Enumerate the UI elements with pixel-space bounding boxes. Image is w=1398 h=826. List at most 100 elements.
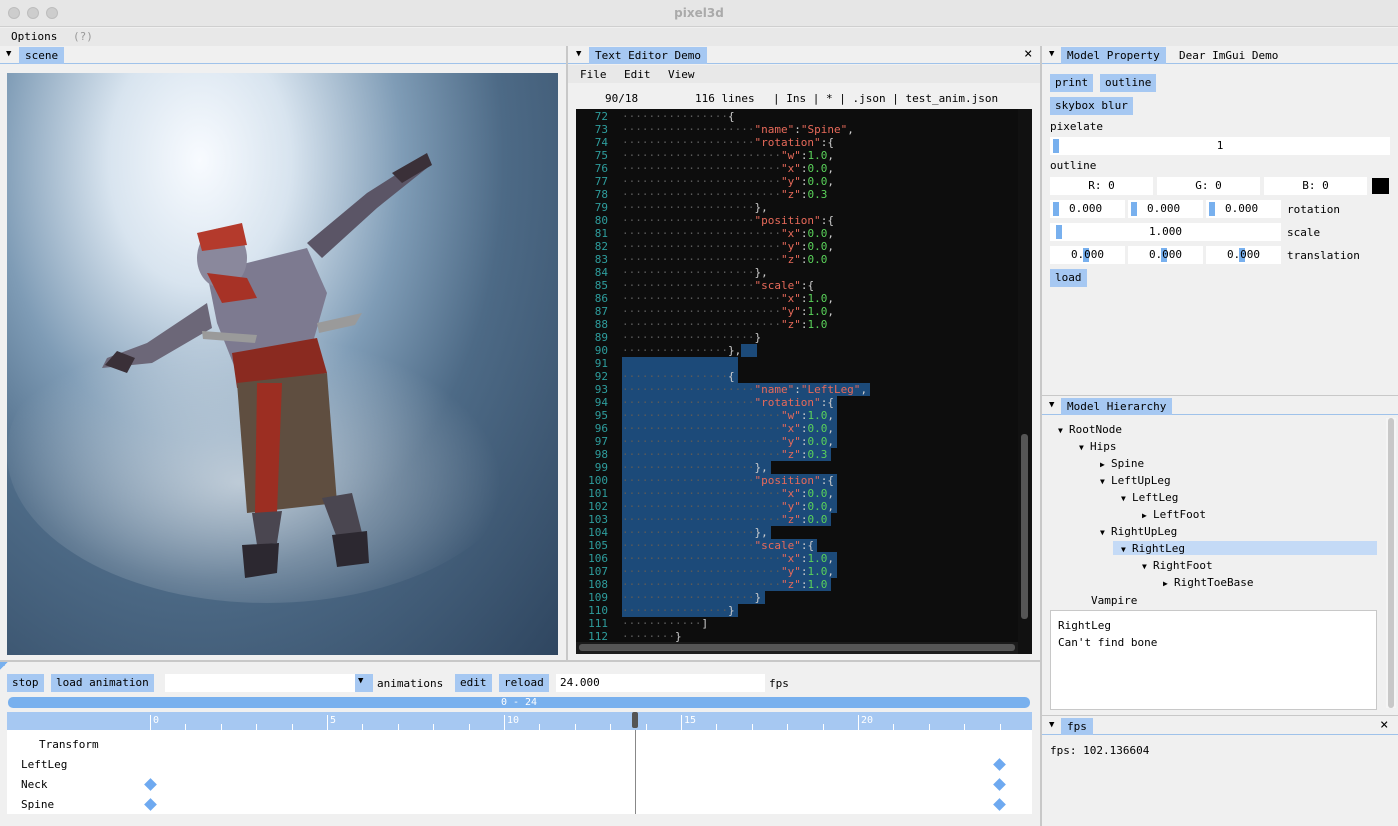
- timeline-ruler[interactable]: 0 5 10 15 20: [7, 712, 1032, 730]
- scale-slider[interactable]: 1.000: [1050, 223, 1281, 241]
- keyframe-diamond[interactable]: [143, 798, 157, 811]
- code-line[interactable]: 83 ························"z":0.0: [576, 253, 1018, 266]
- code-line[interactable]: 104 ····················},: [576, 526, 1018, 539]
- tree-node[interactable]: ▶ RightToeBase: [1163, 576, 1253, 589]
- code-line[interactable]: 74 ····················"rotation":{: [576, 136, 1018, 149]
- tree-node[interactable]: ▼ LeftLeg: [1121, 491, 1178, 504]
- rotation-x-slider[interactable]: 0.000: [1050, 200, 1125, 218]
- code-line[interactable]: 109 ····················}: [576, 591, 1018, 604]
- keyframe-diamond[interactable]: [993, 758, 1006, 771]
- fps-input[interactable]: 24.000: [556, 674, 765, 692]
- collapse-arrow-icon[interactable]: ▼: [6, 49, 11, 59]
- outline-r-field[interactable]: R: 0: [1050, 177, 1153, 195]
- track-label[interactable]: LeftLeg: [21, 758, 67, 771]
- edit-button[interactable]: edit: [455, 674, 492, 692]
- skybox-blur-button[interactable]: skybox blur: [1050, 97, 1133, 115]
- track-label[interactable]: Spine: [21, 798, 54, 811]
- scrollbar-thumb[interactable]: [579, 644, 1015, 651]
- keyframe-diamond[interactable]: [993, 778, 1006, 791]
- tree-node[interactable]: ▼ LeftUpLeg: [1100, 474, 1171, 487]
- scrollbar-thumb[interactable]: [1388, 418, 1394, 708]
- stop-button[interactable]: stop: [7, 674, 44, 692]
- tree-node[interactable]: ▼ Hips: [1079, 440, 1117, 453]
- editor-menu-view[interactable]: View: [668, 68, 695, 81]
- collapse-arrow-icon[interactable]: ▼: [576, 49, 581, 59]
- track-label[interactable]: Transform: [39, 738, 99, 751]
- code-line[interactable]: 97 ························"y":0.0,: [576, 435, 1018, 448]
- keyframe-diamond[interactable]: [143, 778, 157, 791]
- code-line[interactable]: 99 ····················},: [576, 461, 1018, 474]
- close-icon[interactable]: ×: [1380, 717, 1388, 733]
- code-line[interactable]: 101 ························"x":0.0,: [576, 487, 1018, 500]
- code-line[interactable]: 95 ························"w":1.0,: [576, 409, 1018, 422]
- code-line[interactable]: 76 ························"x":0.0,: [576, 162, 1018, 175]
- collapse-arrow-icon[interactable]: ▼: [1049, 49, 1054, 59]
- code-line[interactable]: 90 ················},: [576, 344, 1018, 357]
- code-line[interactable]: 106 ························"x":1.0,: [576, 552, 1018, 565]
- timeline-tracks[interactable]: Transform LeftLeg Neck Spine: [7, 730, 1032, 814]
- code-line[interactable]: 108 ························"z":1.0: [576, 578, 1018, 591]
- tab-text-editor[interactable]: Text Editor Demo: [589, 47, 707, 64]
- code-line[interactable]: 92 ················{: [576, 370, 1018, 383]
- code-line[interactable]: 98 ························"z":0.3: [576, 448, 1018, 461]
- code-line[interactable]: 80 ····················"position":{: [576, 214, 1018, 227]
- code-line[interactable]: 111 ············]: [576, 617, 1018, 630]
- tree-node[interactable]: ▼ RightFoot: [1142, 559, 1213, 572]
- frame-range-slider[interactable]: 0 - 24: [8, 697, 1030, 708]
- tab-model-hierarchy[interactable]: Model Hierarchy: [1061, 398, 1173, 415]
- code-line[interactable]: 78 ························"z":0.3: [576, 188, 1018, 201]
- translation-y-slider[interactable]: 0.000: [1128, 246, 1203, 264]
- code-line[interactable]: 89 ····················}: [576, 331, 1018, 344]
- close-icon[interactable]: ×: [1024, 46, 1032, 62]
- menu-help[interactable]: (?): [73, 30, 93, 43]
- tree-node[interactable]: ▼ RootNode: [1058, 423, 1122, 436]
- code-line[interactable]: 100 ····················"position":{: [576, 474, 1018, 487]
- splitter[interactable]: [1040, 46, 1042, 826]
- code-line[interactable]: 79 ····················},: [576, 201, 1018, 214]
- code-line[interactable]: 88 ························"z":1.0: [576, 318, 1018, 331]
- outline-color-swatch[interactable]: [1372, 178, 1389, 194]
- code-line[interactable]: 102 ························"y":0.0,: [576, 500, 1018, 513]
- code-line[interactable]: 75 ························"w":1.0,: [576, 149, 1018, 162]
- code-line[interactable]: 84 ····················},: [576, 266, 1018, 279]
- code-line[interactable]: 73 ····················"name":"Spine",: [576, 123, 1018, 136]
- code-line[interactable]: 72 ················{: [576, 110, 1018, 123]
- code-line[interactable]: 105 ····················"scale":{: [576, 539, 1018, 552]
- rotation-z-slider[interactable]: 0.000: [1206, 200, 1281, 218]
- tree-node[interactable]: ▼ RightUpLeg: [1100, 525, 1177, 538]
- collapse-arrow-icon[interactable]: ▼: [1049, 400, 1054, 410]
- expanded-arrow-icon[interactable]: ▼: [1100, 528, 1111, 537]
- collapsed-arrow-icon[interactable]: ▶: [1163, 579, 1174, 588]
- expanded-arrow-icon[interactable]: ▼: [1079, 443, 1090, 452]
- tab-fps[interactable]: fps: [1061, 718, 1093, 735]
- load-button[interactable]: load: [1050, 269, 1087, 287]
- rotation-y-slider[interactable]: 0.000: [1128, 200, 1203, 218]
- animations-combo[interactable]: [165, 674, 355, 692]
- code-line[interactable]: 82 ························"y":0.0,: [576, 240, 1018, 253]
- splitter[interactable]: [566, 46, 568, 660]
- splitter[interactable]: [0, 660, 1040, 662]
- menu-options[interactable]: Options: [11, 30, 57, 43]
- tree-node[interactable]: ▶ Spine: [1100, 457, 1144, 470]
- code-line[interactable]: 87 ························"y":1.0,: [576, 305, 1018, 318]
- editor-horizontal-scrollbar[interactable]: [576, 642, 1018, 654]
- print-button[interactable]: print: [1050, 74, 1094, 92]
- scene-viewport[interactable]: [7, 73, 558, 655]
- pixelate-slider[interactable]: 1: [1050, 137, 1390, 155]
- code-line[interactable]: 81 ························"x":0.0,: [576, 227, 1018, 240]
- outline-g-field[interactable]: G: 0: [1157, 177, 1260, 195]
- code-line[interactable]: 110 ················}: [576, 604, 1018, 617]
- tab-scene[interactable]: scene: [19, 47, 65, 64]
- expanded-arrow-icon[interactable]: ▼: [1121, 494, 1132, 503]
- expanded-arrow-icon[interactable]: ▼: [1058, 426, 1069, 435]
- translation-z-slider[interactable]: 0.000: [1206, 246, 1281, 264]
- expanded-arrow-icon[interactable]: ▼: [1100, 477, 1111, 486]
- code-line[interactable]: 85 ····················"scale":{: [576, 279, 1018, 292]
- hierarchy-scrollbar[interactable]: [1386, 418, 1396, 708]
- load-animation-button[interactable]: load animation: [51, 674, 154, 692]
- code-line[interactable]: 91: [576, 357, 1018, 370]
- tab-model-property[interactable]: Model Property: [1061, 47, 1166, 64]
- outline-b-field[interactable]: B: 0: [1264, 177, 1367, 195]
- tree-node[interactable]: ▶ LeftFoot: [1142, 508, 1206, 521]
- playhead-handle[interactable]: [631, 712, 638, 728]
